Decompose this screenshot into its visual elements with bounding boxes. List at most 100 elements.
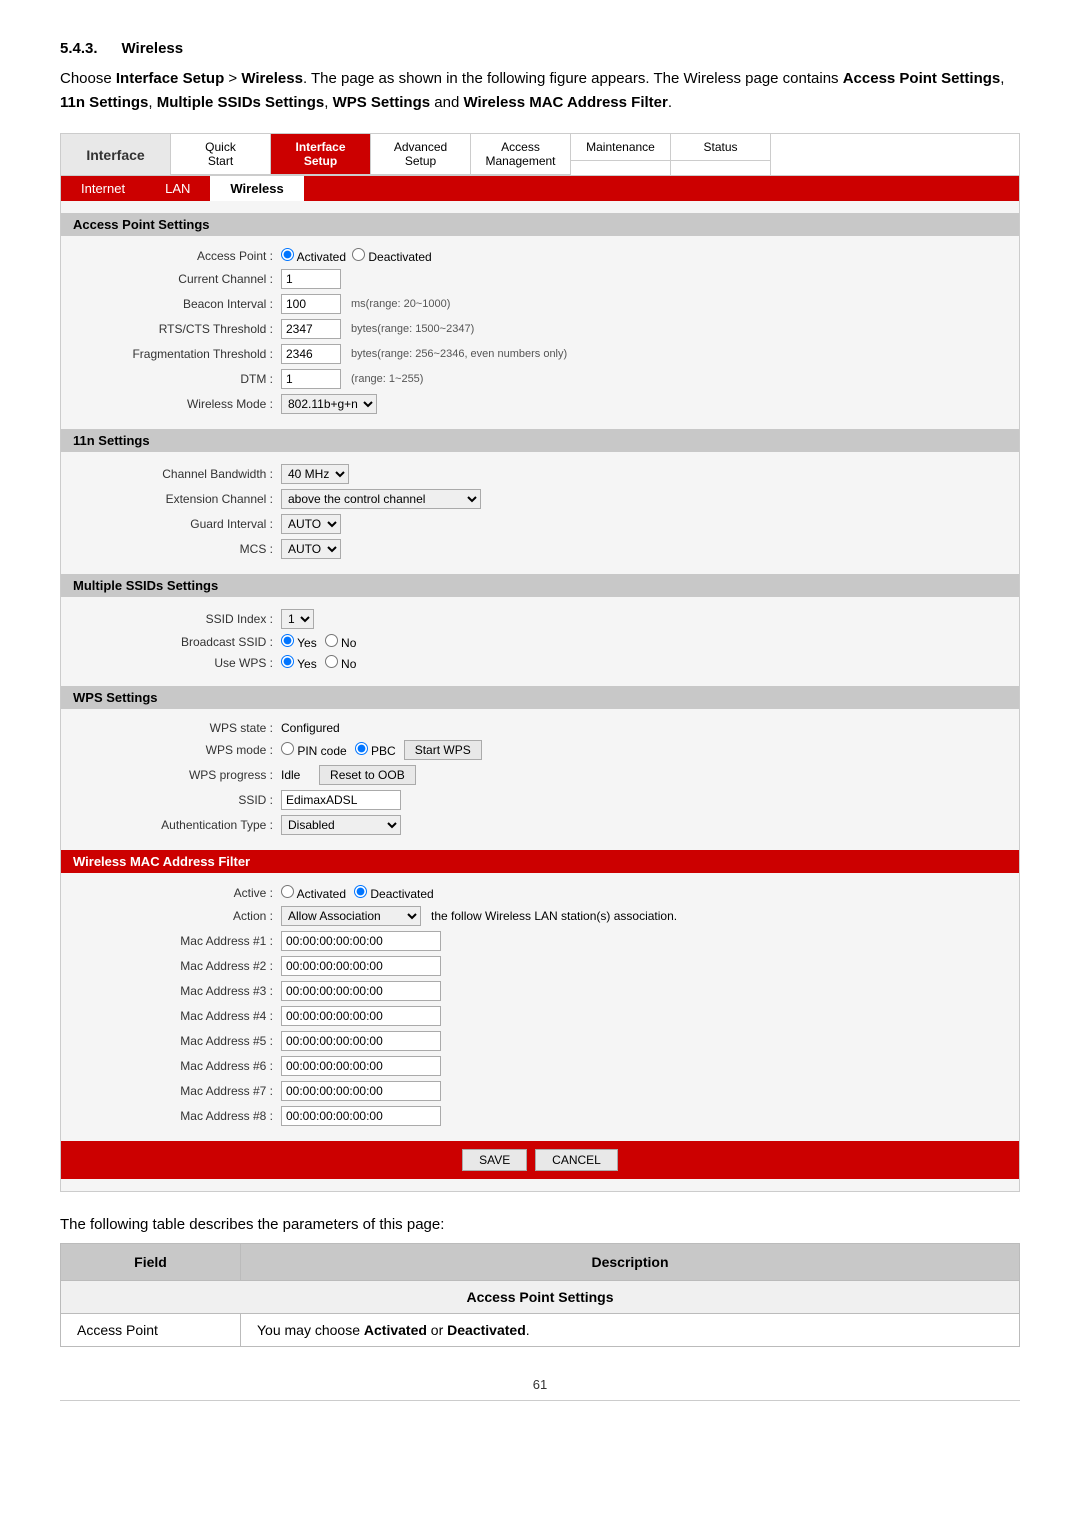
wireless-mode-value: 802.11b+g+n 802.11b 802.11g 802.11n bbox=[281, 394, 377, 414]
sub-tab-wireless[interactable]: Wireless bbox=[210, 176, 303, 201]
mac-addr-1-value bbox=[281, 931, 441, 951]
wps-pin-label[interactable]: PIN code bbox=[281, 742, 347, 758]
auth-type-select[interactable]: Disabled WEP WPA-PSK WPA2-PSK bbox=[281, 815, 401, 835]
frag-value: bytes(range: 256~2346, even numbers only… bbox=[281, 344, 567, 364]
frag-input[interactable] bbox=[281, 344, 341, 364]
broadcast-ssid-no-label[interactable]: No bbox=[325, 634, 357, 650]
reset-oob-button[interactable]: Reset to OOB bbox=[319, 765, 416, 785]
intro-wps: WPS Settings bbox=[333, 94, 431, 111]
access-point-activated-radio[interactable] bbox=[281, 248, 294, 261]
wps-pbc-radio[interactable] bbox=[355, 742, 368, 755]
access-point-activated-label[interactable]: Activated bbox=[281, 248, 346, 264]
nav-maintenance-label[interactable]: Maintenance bbox=[571, 134, 670, 161]
page-number: 61 bbox=[60, 1377, 1020, 1392]
wps-state-label: WPS state : bbox=[81, 721, 281, 735]
mac-action-select[interactable]: Allow Association Deny Association bbox=[281, 906, 421, 926]
save-button[interactable]: SAVE bbox=[462, 1149, 527, 1171]
access-point-field-cell: Access Point bbox=[61, 1314, 241, 1347]
use-wps-yes-label[interactable]: Yes bbox=[281, 655, 317, 671]
mac-activated-label[interactable]: Activated bbox=[281, 885, 346, 901]
mac-addr-5-input[interactable] bbox=[281, 1031, 441, 1051]
ssid-index-select[interactable]: 1 2 3 4 bbox=[281, 609, 314, 629]
mcs-select[interactable]: AUTO bbox=[281, 539, 341, 559]
wireless-mode-select[interactable]: 802.11b+g+n 802.11b 802.11g 802.11n bbox=[281, 394, 377, 414]
mac-deactivated-label[interactable]: Deactivated bbox=[354, 885, 434, 901]
broadcast-ssid-yes-label[interactable]: Yes bbox=[281, 634, 317, 650]
access-point-deactivated-label[interactable]: Deactivated bbox=[352, 248, 432, 264]
access-point-deactivated-radio[interactable] bbox=[352, 248, 365, 261]
save-bar: SAVE CANCEL bbox=[61, 1141, 1019, 1179]
nav-access-mgmt[interactable]: AccessManagement bbox=[471, 134, 571, 175]
nav-interface-setup-label[interactable]: InterfaceSetup bbox=[271, 134, 370, 175]
mac-addr-4-value bbox=[281, 1006, 441, 1026]
nav-maintenance[interactable]: Maintenance bbox=[571, 134, 671, 175]
beacon-interval-input[interactable] bbox=[281, 294, 341, 314]
sub-tab-lan[interactable]: LAN bbox=[145, 176, 210, 201]
mac-addr-3-input[interactable] bbox=[281, 981, 441, 1001]
rts-input[interactable] bbox=[281, 319, 341, 339]
nav-interface-setup[interactable]: InterfaceSetup bbox=[271, 134, 371, 175]
wireless-mode-row: Wireless Mode : 802.11b+g+n 802.11b 802.… bbox=[81, 394, 999, 414]
wps-ssid-input[interactable] bbox=[281, 790, 401, 810]
dtm-row: DTM : (range: 1~255) bbox=[81, 369, 999, 389]
mac-addr-1-label: Mac Address #1 : bbox=[81, 934, 281, 948]
use-wps-no-label[interactable]: No bbox=[325, 655, 357, 671]
mac-addr-8-input[interactable] bbox=[281, 1106, 441, 1126]
section-heading: 5.4.3. Wireless bbox=[60, 40, 1020, 57]
rts-value: bytes(range: 1500~2347) bbox=[281, 319, 474, 339]
description-col-header: Description bbox=[241, 1244, 1020, 1281]
access-point-settings-header: Access Point Settings bbox=[61, 213, 1019, 236]
sub-tab-internet[interactable]: Internet bbox=[61, 176, 145, 201]
nav-status-label[interactable]: Status bbox=[671, 134, 770, 161]
nav-quick-start-label[interactable]: QuickStart bbox=[171, 134, 270, 175]
mac-action-label: Action : bbox=[81, 909, 281, 923]
mac-addr-6-value bbox=[281, 1056, 441, 1076]
mac-deactivated-radio[interactable] bbox=[354, 885, 367, 898]
use-wps-row: Use WPS : Yes No bbox=[81, 655, 999, 671]
mac-addr-2-label: Mac Address #2 : bbox=[81, 959, 281, 973]
ext-channel-select[interactable]: above the control channel below the cont… bbox=[281, 489, 481, 509]
nav-status[interactable]: Status bbox=[671, 134, 771, 175]
use-wps-no-radio[interactable] bbox=[325, 655, 338, 668]
mac-action-value: Allow Association Deny Association the f… bbox=[281, 906, 677, 926]
current-channel-input[interactable] bbox=[281, 269, 341, 289]
nav-advanced-setup-label[interactable]: AdvancedSetup bbox=[371, 134, 470, 175]
top-nav: Interface QuickStart InterfaceSetup Adva… bbox=[61, 134, 1019, 176]
nav-quick-start[interactable]: QuickStart bbox=[171, 134, 271, 175]
mac-addr-4-input[interactable] bbox=[281, 1006, 441, 1026]
mac-addr-3-label: Mac Address #3 : bbox=[81, 984, 281, 998]
ext-channel-label: Extension Channel : bbox=[81, 492, 281, 506]
mac-addr-2-input[interactable] bbox=[281, 956, 441, 976]
ext-channel-value: above the control channel below the cont… bbox=[281, 489, 481, 509]
dtm-input[interactable] bbox=[281, 369, 341, 389]
mac-addr-7-input[interactable] bbox=[281, 1081, 441, 1101]
multiple-ssids-header: Multiple SSIDs Settings bbox=[61, 574, 1019, 597]
start-wps-button[interactable]: Start WPS bbox=[404, 740, 482, 760]
use-wps-yes-radio[interactable] bbox=[281, 655, 294, 668]
broadcast-ssid-no-radio[interactable] bbox=[325, 634, 338, 647]
guard-interval-select[interactable]: AUTO Long Short bbox=[281, 514, 341, 534]
mac-addr-6-input[interactable] bbox=[281, 1056, 441, 1076]
wps-pbc-label[interactable]: PBC bbox=[355, 742, 396, 758]
wps-settings-header: WPS Settings bbox=[61, 686, 1019, 709]
wps-ssid-row: SSID : bbox=[81, 790, 999, 810]
router-ui-container: Interface QuickStart InterfaceSetup Adva… bbox=[60, 133, 1020, 1192]
wps-progress-value: Idle Reset to OOB bbox=[281, 765, 416, 785]
mac-addr-1-input[interactable] bbox=[281, 931, 441, 951]
mac-addr-5-value bbox=[281, 1031, 441, 1051]
broadcast-ssid-yes-radio[interactable] bbox=[281, 634, 294, 647]
wps-pin-radio[interactable] bbox=[281, 742, 294, 755]
mac-active-value: Activated Deactivated bbox=[281, 885, 434, 901]
nav-access-mgmt-label[interactable]: AccessManagement bbox=[471, 134, 570, 175]
wps-progress-label: WPS progress : bbox=[81, 768, 281, 782]
nav-advanced-setup[interactable]: AdvancedSetup bbox=[371, 134, 471, 175]
use-wps-value: Yes No bbox=[281, 655, 356, 671]
mac-activated-radio[interactable] bbox=[281, 885, 294, 898]
desc-intro-text: The following table describes the parame… bbox=[60, 1216, 1020, 1233]
frag-label: Fragmentation Threshold : bbox=[81, 347, 281, 361]
cancel-button[interactable]: CANCEL bbox=[535, 1149, 618, 1171]
beacon-interval-value: ms(range: 20~1000) bbox=[281, 294, 450, 314]
mac-addr-8-value bbox=[281, 1106, 441, 1126]
channel-bw-row: Channel Bandwidth : 20 MHz 40 MHz bbox=[81, 464, 999, 484]
channel-bw-select[interactable]: 20 MHz 40 MHz bbox=[281, 464, 349, 484]
